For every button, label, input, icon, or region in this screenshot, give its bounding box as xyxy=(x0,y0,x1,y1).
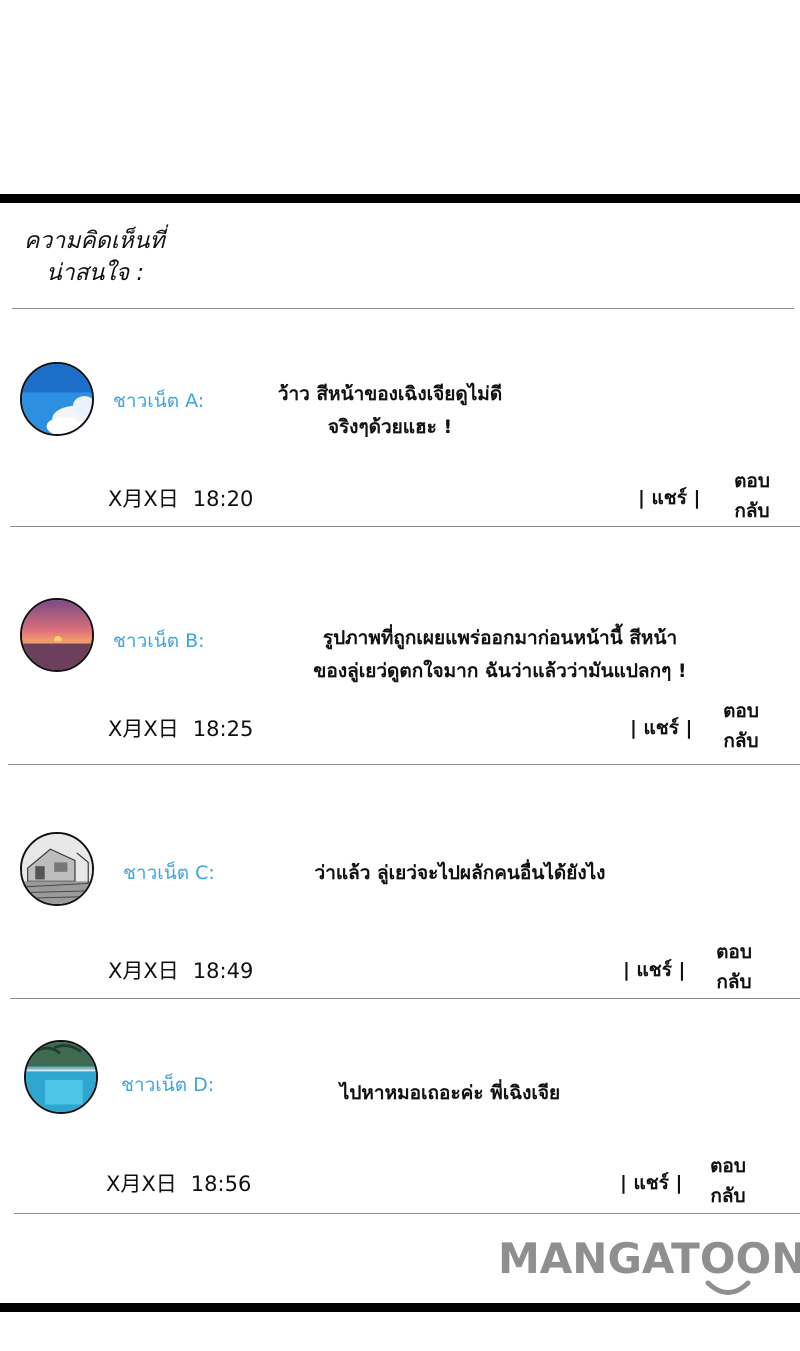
comment-text-line1: ว้าว สีหน้าของเฉิงเจียดูไม่ดี xyxy=(277,383,503,405)
time-label: 18:49 xyxy=(192,959,254,983)
sky-clouds-avatar-icon[interactable] xyxy=(20,362,94,436)
comment-text-line2: จริงๆด้วยแฮะ ! xyxy=(327,416,453,438)
comment-text-line1: ไปหาหมอเถอะค่ะ พี่เฉิงเจีย xyxy=(339,1082,561,1104)
section-heading-line2: น่าสนใจ : xyxy=(46,260,145,286)
reply-button[interactable]: ตอบ กลับ xyxy=(726,466,778,526)
sunset-sea-avatar-icon[interactable] xyxy=(20,598,94,672)
reply-label-line2: กลับ xyxy=(710,1185,746,1207)
date-label: X月X日 xyxy=(108,959,179,983)
reply-label-line1: ตอบ xyxy=(710,1155,746,1177)
date-label: X月X日 xyxy=(106,1172,177,1196)
smile-logo-icon xyxy=(705,1280,751,1295)
comment-divider xyxy=(8,764,800,765)
pool-palm-avatar-icon[interactable] xyxy=(24,1040,98,1114)
time-label: 18:25 xyxy=(192,717,254,741)
timestamp: X月X日 18:49 xyxy=(108,955,253,985)
username[interactable]: ชาวเน็ต C: xyxy=(123,858,215,888)
time-label: 18:56 xyxy=(190,1172,252,1196)
reply-label-line2: กลับ xyxy=(723,730,759,752)
username[interactable]: ชาวเน็ต A: xyxy=(113,386,204,416)
share-button[interactable]: | แชร์ | xyxy=(638,483,700,513)
timestamp: X月X日 18:25 xyxy=(108,713,253,743)
reply-label-line1: ตอบ xyxy=(723,700,759,722)
username[interactable]: ชาวเน็ต B: xyxy=(113,626,205,656)
reply-label-line2: กลับ xyxy=(734,500,770,522)
reply-button[interactable]: ตอบ กลับ xyxy=(702,1151,754,1211)
reply-button[interactable]: ตอบ กลับ xyxy=(708,937,760,997)
date-label: X月X日 xyxy=(108,717,179,741)
reply-button[interactable]: ตอบ กลับ xyxy=(715,696,767,756)
comment-text: ว้าว สีหน้าของเฉิงเจียดูไม่ดี จริงๆด้วยแ… xyxy=(248,378,532,444)
comment-text: ไปหาหมอเถอะค่ะ พี่เฉิงเจีย xyxy=(298,1077,602,1110)
share-button[interactable]: | แชร์ | xyxy=(630,713,692,743)
date-label: X月X日 xyxy=(108,487,179,511)
comment-text-line1: รูปภาพที่ถูกเผยแพร่ออกมาก่อนหน้านี้ สีหน… xyxy=(322,627,678,649)
timestamp: X月X日 18:20 xyxy=(108,483,253,513)
bottom-border xyxy=(0,1303,800,1312)
share-button[interactable]: | แชร์ | xyxy=(623,955,685,985)
timestamp: X月X日 18:56 xyxy=(106,1168,251,1198)
comment-divider xyxy=(14,1213,800,1214)
comment-text: รูปภาพที่ถูกเผยแพร่ออกมาก่อนหน้านี้ สีหน… xyxy=(258,622,742,688)
top-border xyxy=(0,194,800,203)
comment-divider xyxy=(10,998,800,999)
comment-text-line1: ว่าแล้ว ลู่เยว่จะไปผลักคนอื่นได้ยังไง xyxy=(314,862,606,884)
reply-label-line1: ตอบ xyxy=(716,941,752,963)
comment-text: ว่าแล้ว ลู่เยว่จะไปผลักคนอื่นได้ยังไง xyxy=(268,857,652,890)
ruined-house-sketch-avatar-icon[interactable] xyxy=(20,832,94,906)
mangatoon-watermark: MANGATOON xyxy=(498,1234,800,1283)
section-heading-line1: ความคิดเห็นที่ xyxy=(24,228,165,254)
time-label: 18:20 xyxy=(192,487,254,511)
username[interactable]: ชาวเน็ต D: xyxy=(121,1070,214,1100)
reply-label-line1: ตอบ xyxy=(734,470,770,492)
comment-text-line2: ของลู่เยว่ดูตกใจมาก ฉันว่าแล้วว่ามันแปลก… xyxy=(313,660,687,682)
share-button[interactable]: | แชร์ | xyxy=(620,1168,682,1198)
comment-divider xyxy=(10,526,800,527)
reply-label-line2: กลับ xyxy=(716,971,752,993)
heading-divider xyxy=(12,308,794,309)
